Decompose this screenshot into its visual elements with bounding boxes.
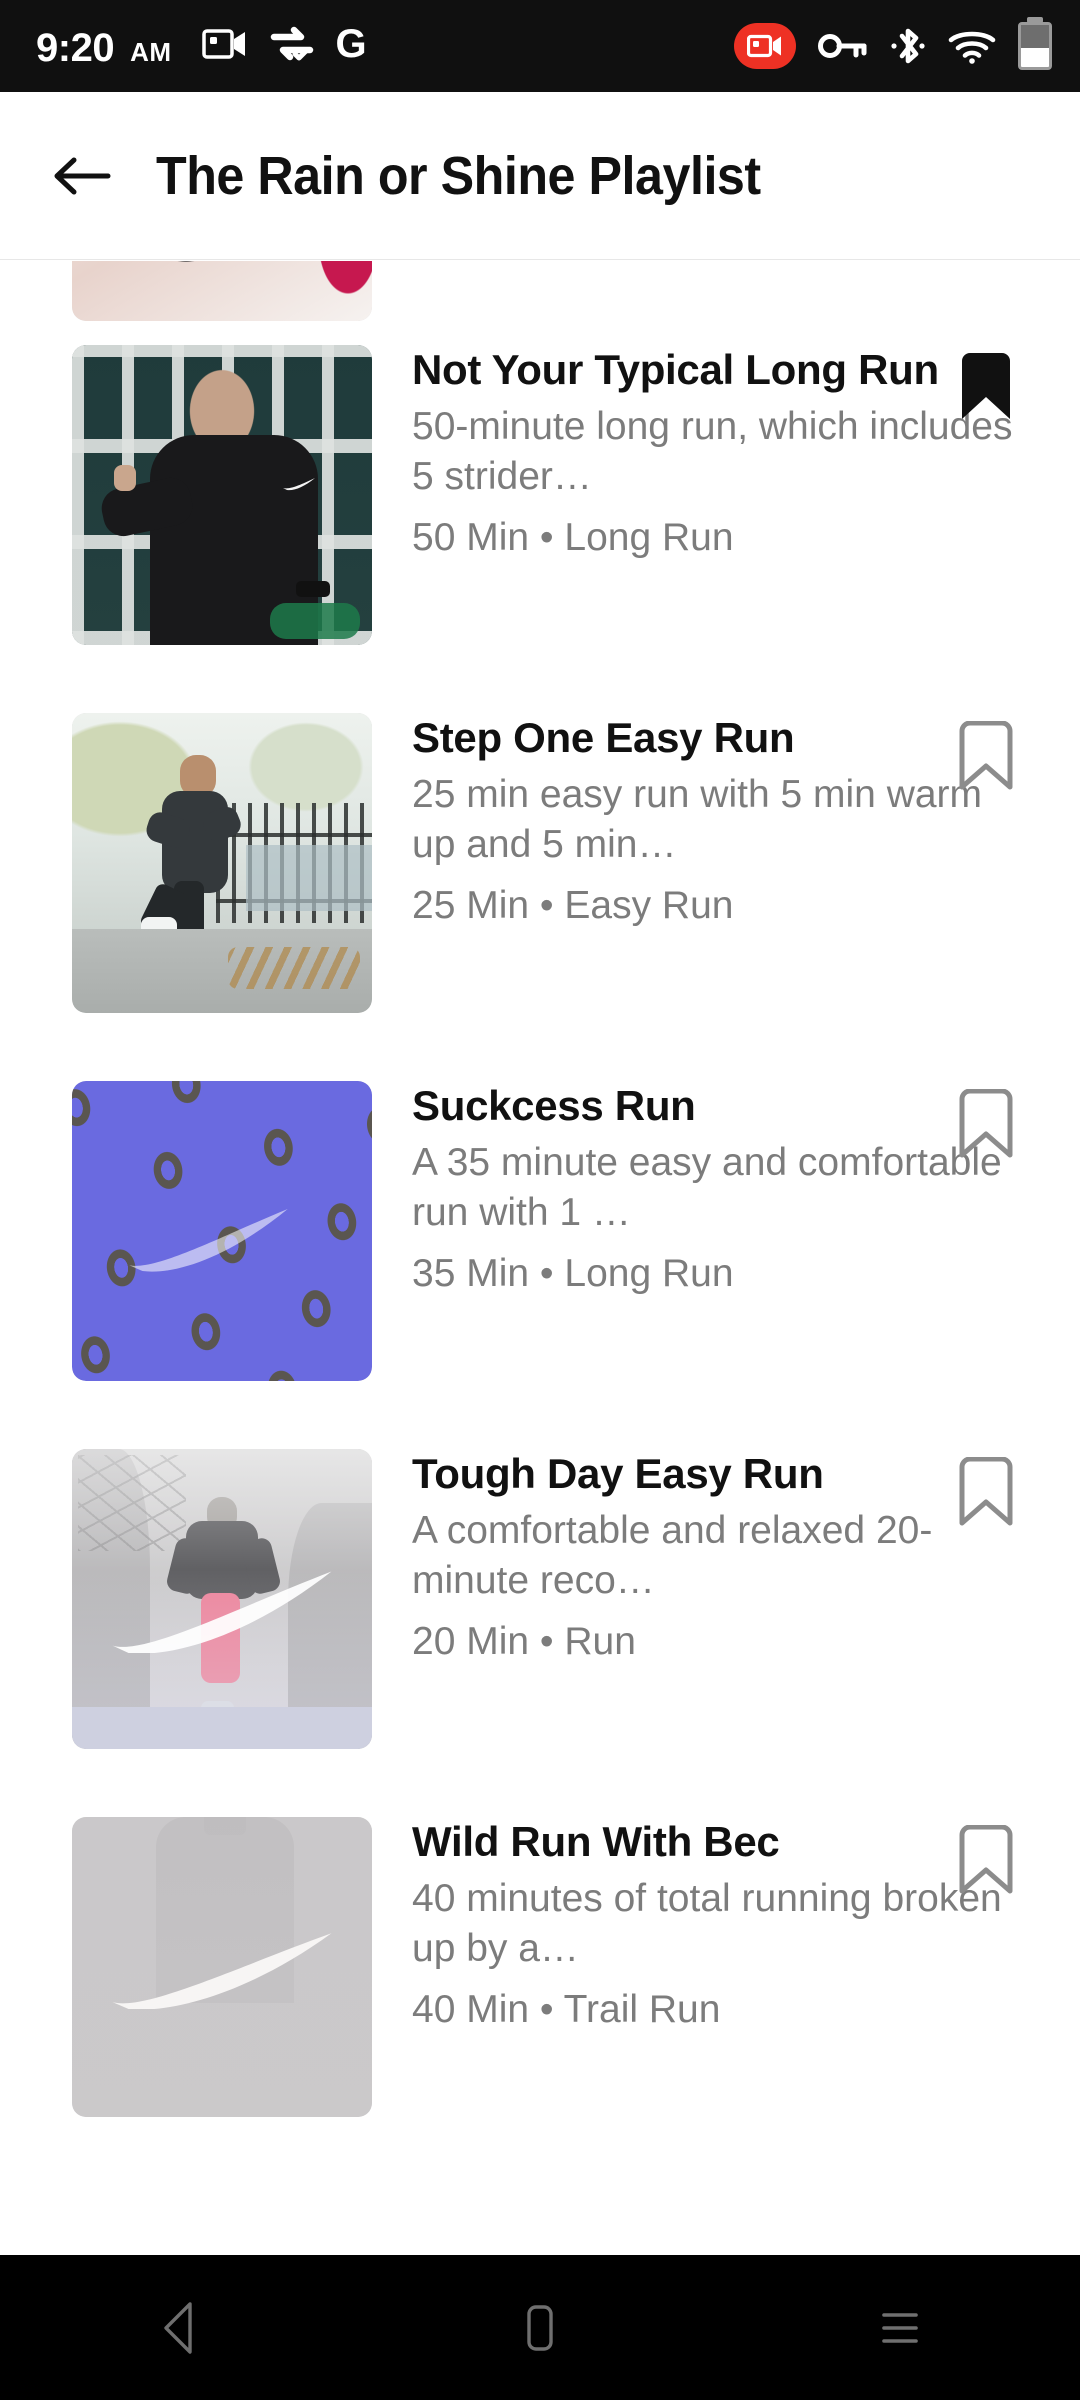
screen-cast-video-icon bbox=[201, 27, 248, 61]
workout-title: Wild Run With Bec bbox=[412, 1818, 780, 1865]
list-item[interactable]: Step One Easy Run 25 min easy run with 5… bbox=[0, 713, 1080, 1013]
page-title: The Rain or Shine Playlist bbox=[156, 145, 761, 206]
list-item[interactable]: Wild Run With Bec 40 minutes of total ru… bbox=[0, 1817, 1080, 2117]
workout-meta: 50 Min • Long Run bbox=[412, 515, 734, 559]
workout-description: A comfortable and relaxed 20-minute reco… bbox=[412, 1509, 933, 1603]
workout-title: Not Your Typical Long Run bbox=[412, 346, 939, 393]
screen-recording-badge bbox=[734, 23, 796, 69]
workout-meta: 20 Min • Run bbox=[412, 1619, 636, 1663]
workout-meta: 40 Min • Trail Run bbox=[412, 1987, 721, 2031]
workout-thumbnail bbox=[72, 1817, 372, 2117]
workout-meta: 25 Min • Easy Run bbox=[412, 883, 734, 927]
workout-thumbnail bbox=[72, 713, 372, 1013]
recents-nav-icon[interactable] bbox=[820, 2273, 980, 2383]
workout-description: A 35 minute easy and comfortable run wit… bbox=[412, 1141, 1002, 1235]
workout-info bbox=[372, 261, 1080, 321]
status-clock-ampm: AM bbox=[130, 37, 172, 67]
phone-screen: 9:20 AM G The Rain or Shine Playlist Not… bbox=[0, 0, 1080, 2400]
list-item[interactable]: Not Your Typical Long Run 50-minute long… bbox=[0, 345, 1080, 645]
list-item[interactable]: Suckcess Run A 35 minute easy and comfor… bbox=[0, 1081, 1080, 1381]
android-nav-bar bbox=[0, 2255, 1080, 2400]
home-nav-icon[interactable] bbox=[460, 2273, 620, 2383]
status-clock: 9:20 bbox=[36, 26, 115, 70]
bookmark-outline-icon[interactable] bbox=[950, 721, 1022, 793]
workout-meta: 35 Min • Long Run bbox=[412, 1251, 734, 1295]
workout-thumbnail bbox=[72, 345, 372, 645]
arrow-left-icon bbox=[54, 157, 111, 194]
workout-description: 40 minutes of total running broken up by… bbox=[412, 1877, 1002, 1971]
wifi-icon bbox=[948, 28, 996, 64]
back-button[interactable] bbox=[26, 120, 138, 232]
workout-list[interactable]: Not Your Typical Long Run 50-minute long… bbox=[0, 261, 1080, 2255]
bookmark-filled-icon[interactable] bbox=[950, 353, 1022, 425]
bookmark-outline-icon[interactable] bbox=[950, 1457, 1022, 1529]
workout-thumbnail bbox=[72, 261, 372, 321]
workout-title: Tough Day Easy Run bbox=[412, 1450, 824, 1497]
bluetooth-icon bbox=[890, 24, 926, 68]
back-nav-icon[interactable] bbox=[100, 2273, 260, 2383]
status-bar: 9:20 AM G bbox=[0, 0, 1080, 92]
workout-title: Step One Easy Run bbox=[412, 714, 795, 761]
bookmark-outline-icon[interactable] bbox=[950, 1825, 1022, 1897]
workout-title: Suckcess Run bbox=[412, 1082, 696, 1129]
battery-icon bbox=[1018, 22, 1052, 70]
list-item[interactable]: Tough Day Easy Run A comfortable and rel… bbox=[0, 1449, 1080, 1749]
workout-description: 25 min easy run with 5 min warm up and 5… bbox=[412, 773, 983, 867]
app-header: The Rain or Shine Playlist bbox=[0, 92, 1080, 260]
status-notification-icons: G bbox=[201, 22, 367, 66]
bookmark-outline-icon[interactable] bbox=[950, 1089, 1022, 1161]
status-bar-left: 9:20 AM G bbox=[36, 24, 367, 68]
status-bar-right bbox=[734, 22, 1052, 70]
vpn-key-icon bbox=[818, 31, 868, 61]
list-item-partial[interactable] bbox=[0, 261, 1080, 321]
workout-description: 50-minute long run, which includes 5 str… bbox=[412, 405, 1013, 499]
workout-thumbnail bbox=[72, 1081, 372, 1381]
vpn-data-transfer-icon bbox=[270, 26, 314, 62]
google-g-icon: G bbox=[335, 22, 367, 66]
workout-thumbnail bbox=[72, 1449, 372, 1749]
